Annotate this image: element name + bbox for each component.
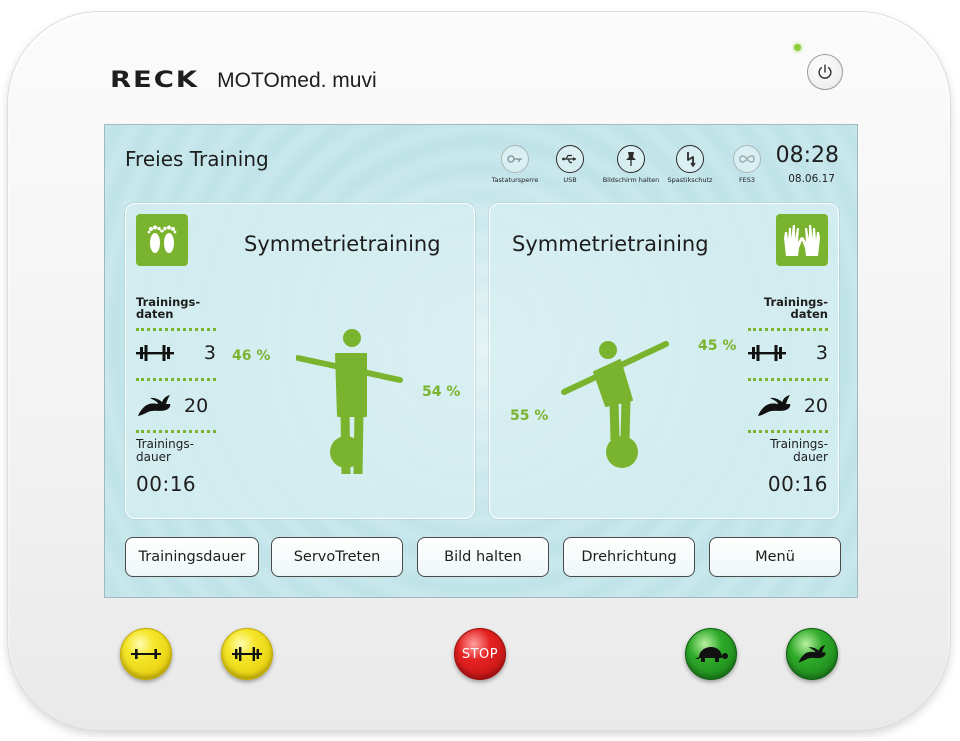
page-title: Freies Training (125, 147, 269, 171)
clock-date: 08.06.17 (788, 173, 835, 185)
dumbbell-icon (232, 647, 262, 661)
training-duration-value: 00:16 (136, 472, 197, 496)
speed-decrease-button[interactable] (685, 628, 737, 680)
bild-halten-button[interactable]: Bild halten (417, 537, 549, 577)
rabbit-icon (757, 395, 791, 416)
key-icon (501, 145, 529, 173)
infinity-icon (733, 145, 761, 173)
training-duration-label: Trainings- dauer (770, 437, 828, 464)
right-side-percentage: 54 % (422, 384, 461, 400)
status-spasm-protection[interactable]: Spastikschutz (660, 145, 720, 184)
status-label: Bildschirm halten (602, 176, 660, 184)
status-hold-screen[interactable]: Bildschirm halten (601, 145, 661, 184)
divider (136, 430, 216, 433)
status-usb[interactable]: USB (540, 145, 600, 184)
balance-figure (561, 341, 669, 440)
trainingsdauer-button[interactable]: Trainingsdauer (125, 537, 259, 577)
resistance-stat: 3 (136, 342, 216, 364)
rabbit-icon (138, 395, 171, 416)
resistance-increase-button[interactable] (221, 628, 273, 680)
speed-value: 20 (184, 395, 209, 417)
status-keylock[interactable]: Tastatursperre (485, 145, 545, 184)
panel-heading: Symmetrietraining (512, 232, 709, 256)
speed-stat: 20 (756, 394, 828, 418)
resistance-stat: 3 (748, 342, 828, 364)
balance-ball (606, 436, 638, 468)
pin-icon (617, 145, 645, 173)
stop-label: STOP (461, 646, 499, 662)
left-side-percentage: 46 % (232, 348, 271, 364)
status-label: FES3 (738, 176, 756, 184)
training-duration-label: Trainings- dauer (136, 437, 194, 464)
balance-ball (330, 436, 362, 468)
power-led (794, 44, 801, 51)
divider (748, 378, 828, 381)
panel-heading: Symmetrietraining (244, 232, 441, 256)
status-label: Spastikschutz (667, 176, 713, 184)
clock-time: 08:28 (775, 143, 839, 168)
dumbbell-icon (136, 345, 174, 361)
lightning-icon (676, 145, 704, 173)
stop-button[interactable]: STOP (454, 628, 506, 680)
speed-value: 20 (803, 395, 828, 417)
brand-logo: RECK MOTOmed. muvi (110, 68, 377, 93)
usb-icon (556, 145, 584, 173)
status-label: Tastatursperre (491, 176, 539, 184)
dumbbell-icon (131, 649, 161, 659)
resistance-value: 3 (815, 342, 828, 364)
turtle-icon (695, 647, 728, 662)
divider (748, 430, 828, 433)
hands-icon (776, 214, 828, 266)
touch-screen: Freies Training Tastatursperre USB Bilds… (104, 124, 858, 598)
training-data-label: Trainings- daten (136, 295, 201, 321)
servotreten-button[interactable]: ServoTreten (271, 537, 403, 577)
divider (136, 378, 216, 381)
training-duration-value: 00:16 (767, 472, 828, 496)
rabbit-icon (798, 644, 826, 663)
legs-training-panel: Symmetrietraining Trainings- daten 3 20 … (125, 203, 475, 519)
speed-increase-button[interactable] (786, 628, 838, 680)
speed-stat: 20 (136, 394, 208, 418)
arms-training-panel: Symmetrietraining Trainings- daten 3 20 … (489, 203, 839, 519)
feet-icon (136, 214, 188, 266)
model-name: MOTOmed. muvi (217, 69, 377, 92)
resistance-value: 3 (203, 342, 216, 364)
training-data-label: Trainings- daten (763, 295, 828, 321)
divider (748, 328, 828, 331)
divider (136, 328, 216, 331)
status-label: USB (563, 176, 577, 184)
right-side-percentage: 45 % (698, 338, 737, 354)
brand-name: RECK (110, 68, 199, 93)
dumbbell-icon (748, 345, 786, 361)
resistance-decrease-button[interactable] (120, 628, 172, 680)
drehrichtung-button[interactable]: Drehrichtung (563, 537, 695, 577)
power-button[interactable] (807, 54, 843, 90)
power-icon (818, 64, 832, 79)
left-side-percentage: 55 % (510, 408, 549, 424)
status-fes3[interactable]: FES3 (717, 145, 777, 184)
menu-button[interactable]: Menü (709, 537, 841, 577)
